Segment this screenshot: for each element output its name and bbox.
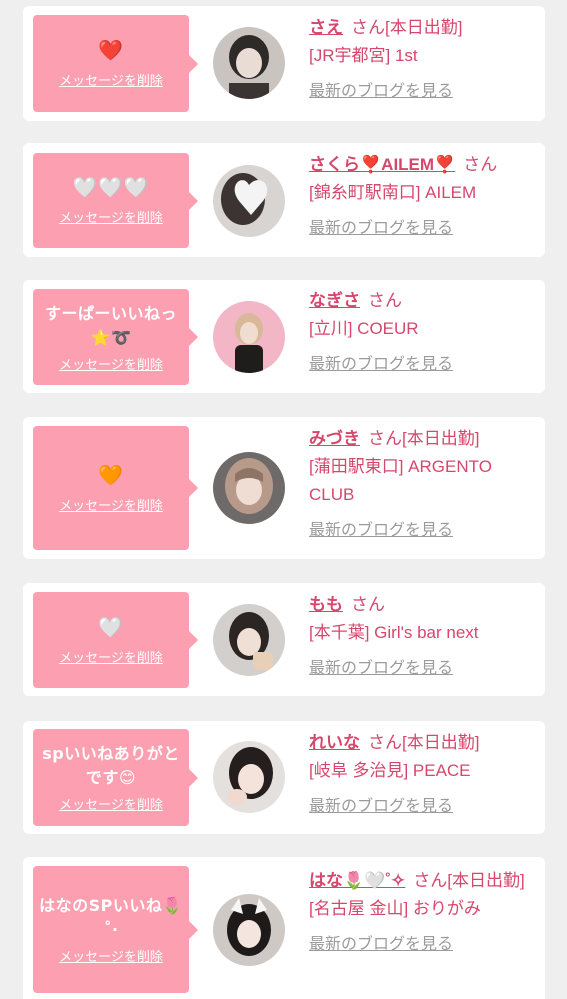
honorific: さん (351, 595, 385, 614)
honorific: さん (413, 871, 448, 890)
message-bubble: ❤️ メッセージを削除 (33, 15, 198, 112)
avatar[interactable] (213, 452, 285, 524)
status-badge: [本日出勤] (385, 18, 463, 37)
message-text: 🤍🤍🤍 (72, 175, 150, 199)
message-text: spいいねありがとです😊 (42, 744, 180, 787)
delete-message-link[interactable]: メッセージを削除 (59, 354, 163, 373)
list-item: はなのSPいいね🌷˚‧ メッセージを削除 はな🌷🤍˚✧ さん[本日出勤] [名古屋… (23, 857, 545, 999)
cast-name-link[interactable]: もも (309, 595, 343, 614)
honorific: さん (368, 291, 402, 310)
profile-info: なぎさ さん [立川] COEUR 最新のブログを見る (309, 287, 537, 379)
message-text: はなのSPいいね🌷˚‧ (39, 896, 183, 939)
profile-info: さくら❣️AILEM❣️ さん [錦糸町駅南口] AILEM 最新のブログを見る (309, 151, 537, 243)
message-bubble: はなのSPいいね🌷˚‧ メッセージを削除 (33, 866, 198, 993)
latest-blog-link[interactable]: 最新のブログを見る (309, 78, 537, 106)
message-bubble: すーぱーいいねっ⭐️➰ メッセージを削除 (33, 289, 198, 385)
shop-label: [岐阜 多治見] PEACE (309, 761, 471, 780)
shop-label: [名古屋 金山] おりがみ (309, 899, 481, 918)
avatar[interactable] (213, 604, 285, 676)
profile-info: はな🌷🤍˚✧ さん[本日出勤] [名古屋 金山] おりがみ 最新のブログを見る (309, 867, 537, 959)
status-badge: [本日出勤] (402, 429, 480, 448)
cast-name-link[interactable]: れいな (309, 733, 360, 752)
list-item: spいいねありがとです😊 メッセージを削除 れいな さん[本日出勤] [岐阜 多治… (23, 721, 545, 834)
message-text: すーぱーいいねっ⭐️➰ (44, 303, 177, 347)
avatar[interactable] (213, 301, 285, 373)
delete-message-link[interactable]: メッセージを削除 (59, 70, 163, 89)
list-item: 🧡 メッセージを削除 みづき さん[本日出勤] [蒲田駅東口] ARGENTO C… (23, 417, 545, 559)
honorific: さん (368, 429, 402, 448)
shop-label: [蒲田駅東口] ARGENTO CLUB (309, 457, 492, 504)
shop-label: [立川] COEUR (309, 319, 419, 338)
status-badge: [本日出勤] (447, 871, 525, 890)
cast-name-link[interactable]: さえ (309, 18, 343, 37)
latest-blog-link[interactable]: 最新のブログを見る (309, 517, 537, 545)
cast-name-link[interactable]: さくら❣️AILEM❣️ (309, 155, 455, 174)
latest-blog-link[interactable]: 最新のブログを見る (309, 655, 537, 683)
message-bubble: 🤍 メッセージを削除 (33, 592, 198, 688)
profile-info: もも さん [本千葉] Girl's bar next 最新のブログを見る (309, 591, 537, 683)
message-list: ❤️ メッセージを削除 さえ さん[本日出勤] [JR宇都宮] 1st 最新のブロ… (0, 0, 567, 999)
list-item: 🤍🤍🤍 メッセージを削除 さくら❣️AILEM❣️ さん [錦糸町駅南口] AIL… (23, 143, 545, 257)
delete-message-link[interactable]: メッセージを削除 (59, 495, 163, 514)
honorific: さん (463, 155, 498, 174)
cast-name-link[interactable]: みづき (309, 429, 360, 448)
shop-label: [本千葉] Girl's bar next (309, 623, 479, 642)
delete-message-link[interactable]: メッセージを削除 (59, 794, 163, 813)
list-item: 🤍 メッセージを削除 もも さん [本千葉] Girl's bar next 最新… (23, 583, 545, 696)
message-text: 🤍 (98, 614, 124, 639)
cast-name-link[interactable]: はな🌷🤍˚✧ (309, 871, 405, 890)
latest-blog-link[interactable]: 最新のブログを見る (309, 351, 537, 379)
message-bubble: 🤍🤍🤍 メッセージを削除 (33, 153, 198, 248)
avatar[interactable] (213, 894, 285, 966)
profile-info: さえ さん[本日出勤] [JR宇都宮] 1st 最新のブログを見る (309, 14, 537, 106)
profile-info: れいな さん[本日出勤] [岐阜 多治見] PEACE 最新のブログを見る (309, 729, 537, 821)
honorific: さん (351, 18, 385, 37)
message-bubble: spいいねありがとです😊 メッセージを削除 (33, 729, 198, 826)
delete-message-link[interactable]: メッセージを削除 (59, 647, 163, 666)
shop-label: [JR宇都宮] 1st (309, 46, 418, 65)
message-text: 🧡 (98, 462, 124, 487)
shop-label: [錦糸町駅南口] AILEM (309, 183, 477, 202)
delete-message-link[interactable]: メッセージを削除 (59, 207, 163, 226)
avatar[interactable] (213, 741, 285, 813)
avatar[interactable] (213, 27, 285, 99)
list-item: すーぱーいいねっ⭐️➰ メッセージを削除 なぎさ さん [立川] COEUR 最新… (23, 280, 545, 393)
cast-name-link[interactable]: なぎさ (309, 291, 360, 310)
latest-blog-link[interactable]: 最新のブログを見る (309, 215, 537, 243)
profile-info: みづき さん[本日出勤] [蒲田駅東口] ARGENTO CLUB 最新のブログを… (309, 425, 537, 545)
message-bubble: 🧡 メッセージを削除 (33, 426, 198, 550)
latest-blog-link[interactable]: 最新のブログを見る (309, 793, 537, 821)
message-text: ❤️ (98, 38, 124, 62)
delete-message-link[interactable]: メッセージを削除 (59, 946, 163, 965)
latest-blog-link[interactable]: 最新のブログを見る (309, 931, 537, 959)
list-item: ❤️ メッセージを削除 さえ さん[本日出勤] [JR宇都宮] 1st 最新のブロ… (23, 6, 545, 121)
avatar[interactable] (213, 165, 285, 237)
honorific: さん (368, 733, 402, 752)
status-badge: [本日出勤] (402, 733, 480, 752)
